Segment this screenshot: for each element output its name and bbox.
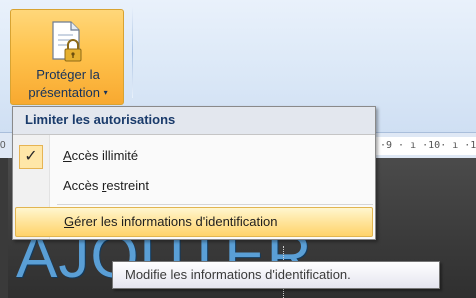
restrict-permissions-menu: Limiter les autorisations ✓ Accès illimi… [12,106,376,240]
checkmark-icon: ✓ [19,145,43,169]
protect-label-line1: Protéger la [36,67,100,82]
label-rest: érer les informations d'identification [74,214,278,229]
protect-presentation-button[interactable]: Protéger la présentation ▾ [10,9,124,105]
tooltip: Modifie les informations d'identificatio… [112,261,440,289]
protect-presentation-label: Protéger la présentation ▾ [11,66,125,102]
accel-key: G [64,214,75,229]
label-rest: ccès illimité [71,148,139,163]
menu-item-manage-credentials[interactable]: Gérer les informations d'identification [15,207,373,237]
ruler-right-scale: ·9 · ı ·10· ı ·11· [376,137,476,155]
menu-item-label-unrestricted: Accès illimité [63,148,138,163]
menu-item-label-manage: Gérer les informations d'identification [64,214,278,229]
menu-separator [57,204,373,205]
document-lock-icon [52,21,82,62]
menu-item-unrestricted-access[interactable]: ✓ Accès illimité [15,143,373,171]
chevron-down-icon: ▾ [103,88,108,97]
label-prefix: Accès [63,178,103,193]
ribbon-group-separator [132,6,133,98]
protect-label-line2: présentation [28,85,100,100]
menu-item-label-restricted: Accès restreint [63,178,149,193]
ruler-left-mark: 0 [0,140,6,151]
menu-item-restricted-access[interactable]: Accès restreint [15,173,373,201]
label-rest: estreint [106,178,149,193]
accel-key: A [63,148,72,163]
menu-header: Limiter les autorisations [13,107,375,135]
